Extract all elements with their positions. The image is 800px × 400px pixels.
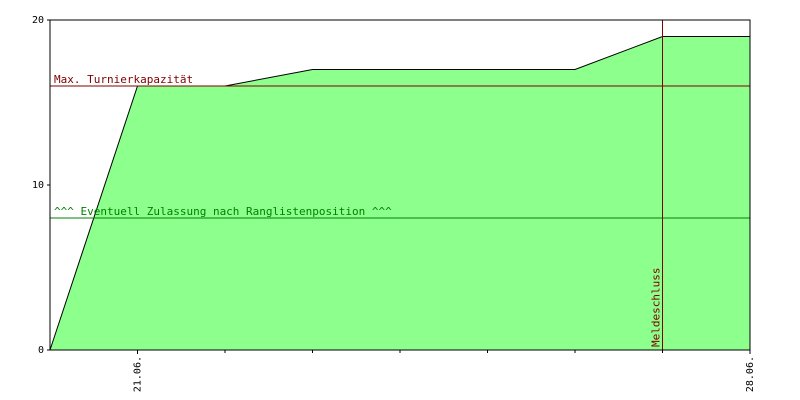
y-tick-label: 10 — [32, 180, 44, 191]
chart: Max. Turnierkapazität ^^^ Eventuell Zulas… — [32, 15, 756, 392]
x-tick-label: 21.06. — [133, 356, 144, 392]
y-tick-label: 20 — [32, 15, 44, 26]
x-tick-label: 28.06. — [745, 356, 756, 392]
reference-line-label: Meldeschluss — [650, 268, 663, 347]
y-tick-label: 0 — [38, 345, 44, 356]
reference-line-label: Max. Turnierkapazität — [54, 73, 193, 86]
reference-line-label: ^^^ Eventuell Zulassung nach Ranglistenp… — [54, 205, 392, 218]
